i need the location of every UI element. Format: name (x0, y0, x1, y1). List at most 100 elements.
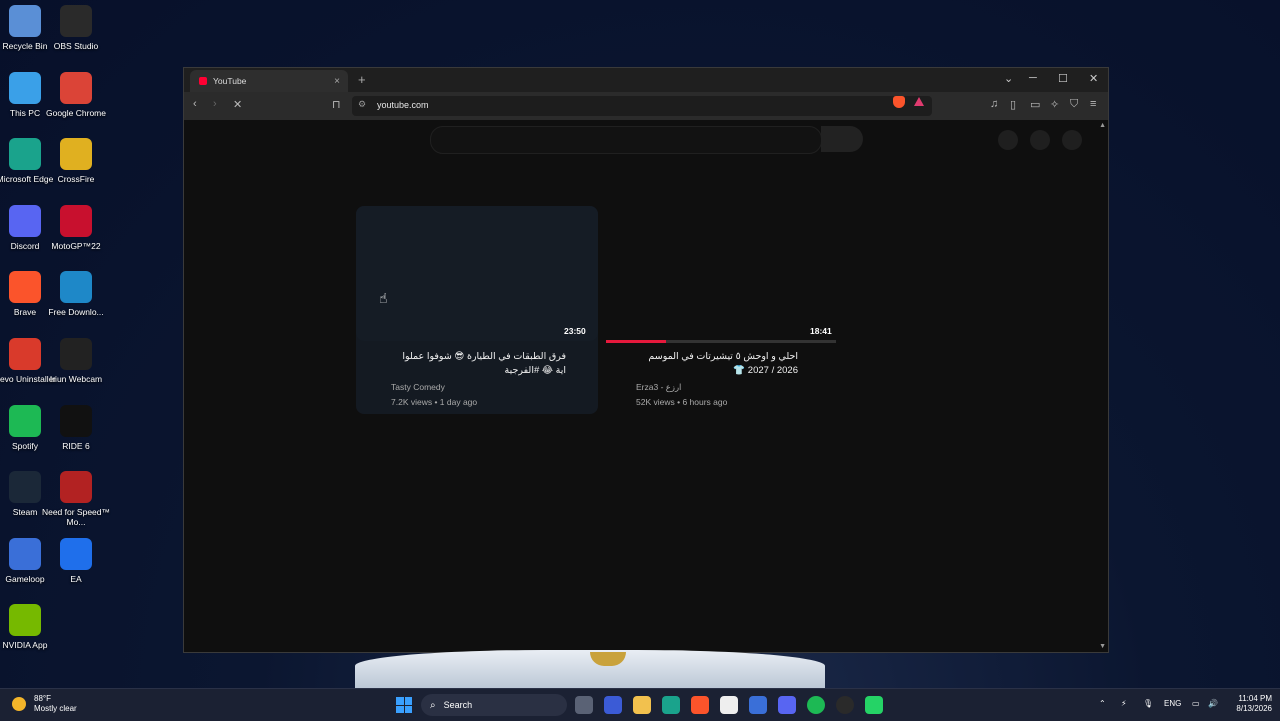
search-input-placeholder[interactable] (430, 126, 822, 154)
scroll-down-icon[interactable]: ▼ (1099, 643, 1106, 650)
brave-taskbar-icon[interactable] (691, 696, 709, 714)
stop-loading-icon[interactable]: ✕ (233, 98, 242, 111)
whatsapp-taskbar-icon[interactable] (865, 696, 883, 714)
desktop-icon[interactable]: NVIDIA App (0, 604, 50, 650)
recycle-bin-icon (9, 5, 41, 37)
taskbar-search[interactable]: ⌕ Search (421, 694, 567, 716)
taskbar: 88°F Mostly clear ⌕ Search ⌃ ⚡ 🎙 ENG ▭ 🔊 … (0, 688, 1280, 721)
language-indicator[interactable]: ENG (1164, 699, 1181, 708)
bookmark-icon[interactable]: ⊓ (332, 98, 341, 111)
obs-icon (60, 5, 92, 37)
edge-icon (9, 138, 41, 171)
search-label: Search (443, 700, 473, 710)
desktop-icon-label: OBS Studio (53, 41, 99, 51)
gameloop-icon (9, 537, 41, 570)
ea-icon (60, 537, 92, 570)
video-thumbnail[interactable] (356, 206, 598, 341)
file-explorer-icon[interactable] (633, 696, 651, 714)
close-window-button[interactable]: ✕ (1089, 72, 1098, 85)
volume-icon[interactable]: 🔊 (1208, 699, 1218, 708)
avatar[interactable] (1062, 130, 1082, 150)
channel-name[interactable]: Tasty Comedy (391, 382, 445, 392)
nfs-icon (60, 471, 92, 504)
leo-ai-icon[interactable]: ✧ (1050, 98, 1059, 111)
video-stats: 7.2K views • 1 day ago (391, 397, 478, 407)
notifications-icon[interactable] (1030, 130, 1050, 150)
youtube-favicon-icon (199, 77, 207, 85)
forward-icon[interactable]: › (213, 98, 217, 110)
clock[interactable]: 11:04 PM 8/13/2026 (1228, 694, 1272, 714)
desktop-icon-label: Iriun Webcam (49, 374, 103, 384)
minimize-button[interactable]: ─ (1029, 72, 1037, 84)
address-bar[interactable]: ⚙ youtube.com (352, 96, 932, 116)
wallet-icon[interactable]: ▭ (1030, 98, 1040, 111)
video-title[interactable]: احلي و اوحش ٥ تيشيرتات في الموسم 2026 / … (636, 350, 798, 378)
tab-search-chevron-icon[interactable]: ⌄ (1004, 72, 1013, 85)
chrome-icon (60, 71, 92, 104)
edge-taskbar-icon[interactable] (662, 696, 680, 714)
weather-moon-icon (12, 697, 26, 711)
network-icon[interactable]: ⚡ (1121, 699, 1127, 708)
toolbar: ‹ › ✕ ⊓ ⚙ youtube.com ♫ ▯ ▭ ✧ ⛉ ≡ (184, 92, 1108, 120)
this-pc-icon (9, 71, 41, 104)
desktop-icon[interactable]: CrossFire (51, 138, 101, 184)
desktop-icon[interactable]: MotoGP™22 (51, 204, 101, 251)
tab-youtube[interactable]: YouTube × (190, 70, 348, 92)
video-title[interactable]: فرق الطبقات في الطيارة 😎 شوفوا عملوا اية… (390, 350, 566, 378)
channel-name[interactable]: Erza3 - ارزع (636, 382, 681, 393)
close-tab-icon[interactable]: × (334, 76, 340, 87)
desktop-icon-label: CrossFire (57, 174, 95, 185)
menu-icon[interactable]: ≡ (1090, 98, 1096, 110)
obs-taskbar-icon[interactable] (836, 696, 854, 714)
site-info-icon[interactable]: ⚙ (358, 99, 366, 110)
desktop-icon-label: Need for Speed™ Mo... (41, 507, 111, 528)
desktop-icon[interactable]: RIDE 6 (51, 404, 101, 451)
weather-desc: Mostly clear (34, 704, 77, 713)
maximize-button[interactable]: ☐ (1058, 72, 1068, 85)
desktop-icon[interactable]: EA (51, 537, 101, 584)
video-stats: 52K views • 6 hours ago (636, 397, 728, 407)
url-text: youtube.com (377, 100, 429, 110)
vpn-icon[interactable]: ⛉ (1070, 98, 1078, 111)
page-content: 23:50 فرق الطبقات في الطيارة 😎 شوفوا عمل… (184, 120, 1108, 652)
desktop-icon[interactable]: Free Downlo... (48, 271, 104, 317)
back-icon[interactable]: ‹ (193, 98, 197, 110)
create-icon[interactable] (998, 130, 1018, 150)
desktop-icon[interactable]: OBS Studio (51, 5, 101, 51)
watch-progress-bar (606, 340, 836, 343)
desktop-icon-label: MotoGP™22 (51, 240, 101, 251)
discord-icon (9, 204, 41, 237)
tray-chevron-icon[interactable]: ⌃ (1099, 699, 1106, 708)
clock-time: 11:04 PM (1238, 694, 1272, 703)
video-duration: 23:50 (564, 326, 586, 336)
weather-widget[interactable]: 88°F Mostly clear (12, 694, 77, 714)
desktop-icon[interactable]: Iriun Webcam (50, 338, 102, 384)
store-icon[interactable] (720, 696, 738, 714)
desktop-icon[interactable]: Google Chrome (46, 71, 106, 118)
weather-temp: 88°F (34, 694, 51, 703)
iriun-icon (60, 338, 92, 370)
microphone-icon[interactable]: 🎙 (1143, 699, 1153, 708)
sidebar-icon[interactable]: ▯ (1010, 98, 1016, 111)
media-icon[interactable]: ♫ (990, 98, 998, 110)
desktop-icon[interactable]: Need for Speed™ Mo... (42, 471, 110, 527)
desktop-icon-label: Google Chrome (45, 107, 106, 118)
discord-taskbar-icon[interactable] (778, 696, 796, 714)
revo-icon (9, 338, 41, 370)
brave-shields-icon[interactable] (893, 96, 905, 108)
brave-icon (9, 271, 41, 304)
spotify-taskbar-icon[interactable] (807, 696, 825, 714)
display-icon[interactable]: ▭ (1192, 699, 1200, 708)
brave-rewards-icon[interactable] (914, 97, 924, 106)
scroll-up-icon[interactable]: ▲ (1099, 122, 1106, 129)
motogp-icon (60, 204, 92, 237)
desktop-icon-label: NVIDIA App (2, 640, 48, 651)
start-button[interactable] (396, 697, 412, 713)
search-icon: ⌕ (430, 699, 436, 711)
copilot-icon[interactable] (604, 696, 622, 714)
wallpaper-mascot (355, 650, 825, 690)
new-tab-button[interactable]: + (358, 72, 366, 87)
search-button-placeholder[interactable] (821, 126, 863, 152)
task-view-icon[interactable] (575, 696, 593, 714)
gameloop-taskbar-icon[interactable] (749, 696, 767, 714)
